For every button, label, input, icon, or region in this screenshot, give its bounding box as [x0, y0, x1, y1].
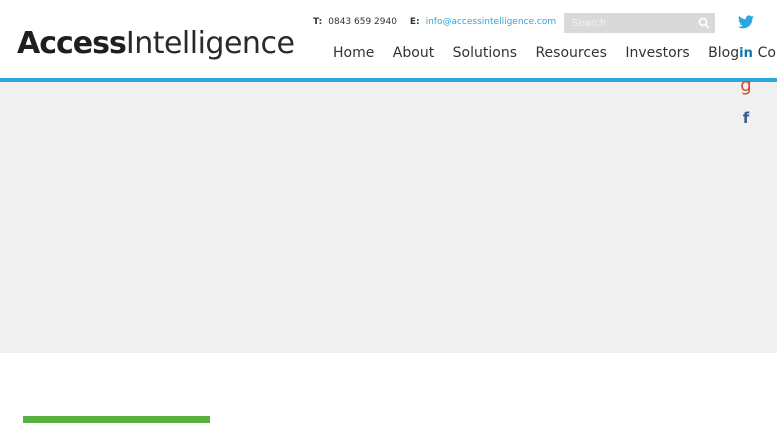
phone-label: T: — [313, 17, 323, 27]
twitter-icon[interactable] — [736, 12, 756, 32]
site-logo[interactable]: AccessIntelligence — [17, 26, 295, 66]
nav-item-investors[interactable]: Investors — [625, 45, 689, 61]
search-input[interactable] — [564, 13, 702, 33]
hero-banner — [0, 82, 777, 353]
nav-item-blog[interactable]: Blog — [708, 45, 739, 61]
contact-info: T: 0843 659 2940 E: info@accessintelligenc… — [313, 17, 566, 27]
main-nav: Home About Solutions Resources Investors… — [333, 45, 777, 61]
section-accent-bar — [23, 416, 210, 423]
search-icon[interactable] — [698, 17, 710, 29]
logo-bold-text: Access — [17, 26, 127, 61]
facebook-icon[interactable]: f — [736, 108, 756, 128]
logo-thin-text: Intelligence — [125, 26, 295, 61]
nav-item-resources[interactable]: Resources — [535, 45, 607, 61]
nav-item-about[interactable]: About — [393, 45, 434, 61]
search-box — [564, 13, 715, 33]
social-links: in g f — [736, 12, 756, 140]
google-plus-icon[interactable]: g — [736, 76, 756, 96]
nav-item-solutions[interactable]: Solutions — [453, 45, 517, 61]
linkedin-icon[interactable]: in — [736, 44, 756, 64]
site-header: AccessIntelligence T: 0843 659 2940 E: inf… — [0, 0, 777, 78]
phone-number: 0843 659 2940 — [328, 17, 397, 27]
email-label: E: — [409, 17, 420, 27]
email-link[interactable]: info@accessintelligence.com — [426, 17, 557, 27]
nav-item-contact[interactable]: Contact — [758, 45, 777, 61]
nav-item-home[interactable]: Home — [333, 45, 374, 61]
